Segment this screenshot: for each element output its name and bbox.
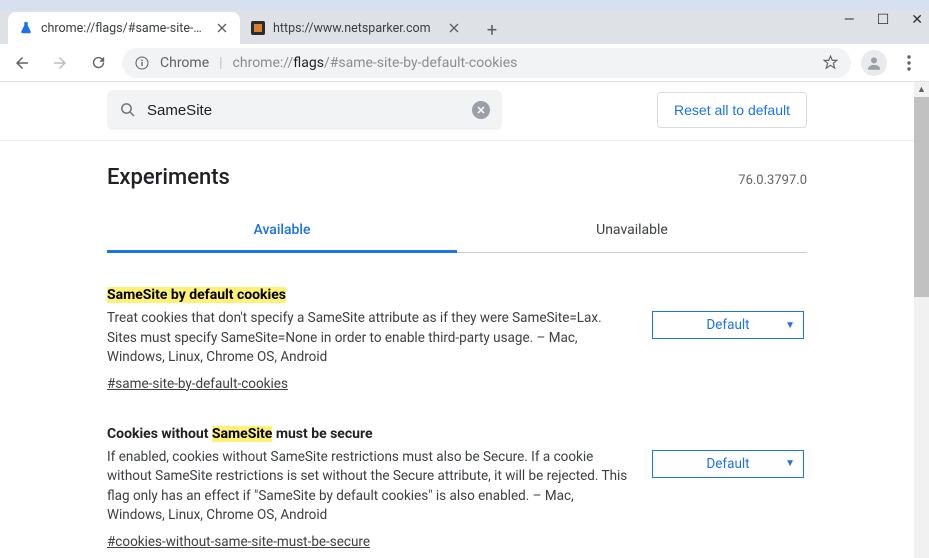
tab-title: https://www.netsparker.com [273, 21, 439, 36]
search-icon [119, 101, 137, 119]
url-separator: | [219, 55, 222, 71]
tab-unavailable[interactable]: Unavailable [457, 210, 807, 252]
back-button[interactable] [8, 49, 36, 77]
forward-button [46, 49, 74, 77]
flags-page: Reset all to default Experiments 76.0.37… [107, 82, 807, 558]
vertical-scrollbar[interactable]: ▲ [914, 82, 929, 558]
scroll-up-arrow[interactable]: ▲ [914, 82, 929, 97]
toolbar: Chrome | chrome://flags/#same-site-by-de… [0, 44, 929, 82]
reset-all-button[interactable]: Reset all to default [657, 92, 807, 128]
flag-title: Cookies without SameSite must be secure [107, 426, 632, 442]
tab-available[interactable]: Available [107, 210, 457, 253]
close-icon[interactable] [446, 20, 462, 36]
titlebar [0, 0, 929, 10]
search-input[interactable] [147, 102, 462, 119]
flag-anchor-link[interactable]: #cookies-without-same-site-must-be-secur… [107, 534, 370, 550]
browser-tab-0[interactable]: chrome://flags/#same-site-by-de [8, 12, 240, 44]
flag-dropdown[interactable]: Default ▼ [652, 311, 804, 339]
tab-strip: chrome://flags/#same-site-by-de https://… [0, 10, 929, 44]
chevron-down-icon: ▼ [785, 458, 795, 469]
site-icon [250, 20, 266, 36]
page-viewport: Reset all to default Experiments 76.0.37… [0, 82, 914, 558]
flag-entry: SameSite by default cookies Treat cookie… [107, 287, 807, 392]
window-controls: ― ☐ ✕ [844, 12, 923, 28]
dropdown-value: Default [706, 456, 749, 472]
address-bar[interactable]: Chrome | chrome://flags/#same-site-by-de… [122, 48, 851, 78]
flag-entry: Cookies without SameSite must be secure … [107, 426, 807, 550]
flag-dropdown[interactable]: Default ▼ [652, 450, 804, 478]
maximize-button[interactable]: ☐ [877, 12, 890, 28]
close-window-button[interactable]: ✕ [911, 12, 923, 28]
flag-description: If enabled, cookies without SameSite res… [107, 448, 632, 526]
version-label: 76.0.3797.0 [738, 173, 807, 188]
dropdown-value: Default [706, 317, 749, 333]
minimize-button[interactable]: ― [844, 12, 855, 28]
browser-tab-1[interactable]: https://www.netsparker.com [240, 12, 472, 44]
chrome-label: Chrome [160, 55, 209, 71]
reload-button[interactable] [84, 49, 112, 77]
tabs-row: Available Unavailable [107, 210, 807, 253]
flask-icon [18, 20, 34, 36]
separator [0, 140, 914, 141]
flag-description: Treat cookies that don't specify a SameS… [107, 309, 632, 368]
kebab-menu-icon[interactable] [897, 55, 921, 71]
scroll-thumb[interactable] [914, 97, 929, 297]
security-icon [134, 55, 150, 71]
url-text: chrome://flags/#same-site-by-default-coo… [233, 55, 518, 71]
flag-title: SameSite by default cookies [107, 287, 632, 303]
tab-title: chrome://flags/#same-site-by-de [41, 21, 207, 36]
search-row: Reset all to default [107, 82, 807, 140]
title-row: Experiments 76.0.3797.0 [107, 165, 807, 190]
profile-avatar[interactable] [861, 50, 887, 76]
new-tab-button[interactable]: + [478, 16, 506, 44]
page-title: Experiments [107, 165, 230, 190]
bookmark-icon[interactable] [822, 54, 839, 71]
search-box[interactable] [107, 90, 502, 130]
flag-anchor-link[interactable]: #same-site-by-default-cookies [107, 376, 288, 392]
clear-icon[interactable] [472, 101, 490, 119]
close-icon[interactable] [214, 20, 230, 36]
chevron-down-icon: ▼ [785, 320, 795, 331]
